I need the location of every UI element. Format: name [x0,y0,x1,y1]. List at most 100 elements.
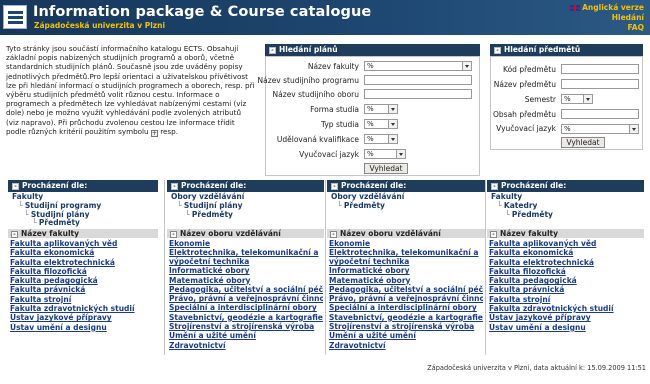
uk-flag-icon [570,5,581,11]
semester-select[interactable]: % [561,94,593,104]
browse-path-faculties: Fakulty Studijní programy Studijní plány… [8,192,158,229]
name-input[interactable] [561,79,639,89]
list-item[interactable]: Fakulta aplikovaných věd [488,239,643,248]
collapse-icon[interactable]: - [331,183,338,190]
form-select[interactable]: % [364,104,398,114]
path-step[interactable]: Studijní programy [12,201,158,210]
path-step[interactable]: Katedry [491,201,644,210]
list-item[interactable]: Umění a užité umění [328,331,483,340]
list-item[interactable]: Stavebnictví, geodézie a kartografie [168,313,323,322]
chevron-down-icon [388,105,397,113]
list-item[interactable]: Speciální a interdisciplinární obory [168,303,323,312]
list-item[interactable]: Právo, právní a veřejnosprávní činnost [328,294,483,303]
list-item[interactable]: Ústav umění a designu [488,323,643,332]
path-step[interactable]: Studijní plány [171,201,324,210]
qualification-select[interactable]: % [364,134,398,144]
list-item[interactable]: Informatické obory [168,266,323,275]
code-input[interactable] [561,64,639,74]
list-item[interactable]: Fakulta ekonomická [9,248,159,257]
chevron-down-icon [388,135,397,143]
browse-heading-1: - Procházení dle: [8,180,158,192]
path-step[interactable]: Předměty [12,218,158,227]
list-item[interactable]: Elektrotechnika, telekomunikační a výpoč… [328,248,483,266]
university-name: Západočeská univerzita v Plzni [34,21,166,30]
university-logo [3,5,27,29]
list-header-1: - Název fakulty [8,229,158,238]
collapse-icon[interactable]: - [269,47,276,54]
list-item[interactable]: Matematické obory [168,276,323,285]
faq-link[interactable]: FAQ [570,23,644,33]
search-plans-button[interactable]: Vyhledat [364,163,408,174]
search-subjects-title: - Hledání předmětů [490,44,643,56]
path-step[interactable]: Fakulty [12,192,158,201]
list-item[interactable]: Právo, právní a veřejnosprávní činnost [168,294,323,303]
list-item[interactable]: Strojírenství a strojírenská výroba [328,322,483,331]
list-item[interactable]: Fakulta ekonomická [488,248,643,257]
list-item[interactable]: Fakulta elektrotechnická [9,258,159,267]
header-links: Anglická verze Hledání FAQ [570,3,644,33]
list-item[interactable]: Fakulta elektrotechnická [488,258,643,267]
chevron-down-icon [388,120,397,128]
page-header: Information package & Course catalogue Z… [0,0,650,35]
subject-language-select[interactable]: % [561,124,639,134]
collapse-icon[interactable]: - [490,231,497,238]
path-step[interactable]: Předměty [171,210,324,219]
path-step[interactable]: Obory vzdělávání [331,192,485,201]
list-item[interactable]: Ekonomie [328,239,483,248]
branch-input[interactable] [364,89,472,99]
list-item[interactable]: Ústav jazykové přípravy [488,313,643,322]
list-item[interactable]: Pedagogika, učitelství a sociální péče [168,285,323,294]
collapse-icon[interactable]: - [171,183,178,190]
list-item[interactable]: Informatické obory [328,266,483,275]
expand-icon[interactable]: + [150,129,158,137]
list-item[interactable]: Strojírenství a strojírenská výroba [168,322,323,331]
branch-label: Název studijního oboru [272,90,359,99]
list-item[interactable]: Fakulta zdravotnických studií [488,304,643,313]
collapse-icon[interactable]: - [170,231,177,238]
collapse-icon[interactable]: - [330,231,337,238]
list-item[interactable]: Fakulta strojní [9,295,159,304]
collapse-icon[interactable]: - [11,231,18,238]
language-select[interactable]: % [364,149,406,159]
path-step[interactable]: Předměty [491,210,644,219]
list-item[interactable]: Fakulta pedagogická [488,276,643,285]
list-item[interactable]: Speciální a interdisciplinární obory [328,303,483,312]
list-header-4: - Název fakulty [487,229,644,238]
list-item[interactable]: Fakulta filozofická [488,267,643,276]
list-item[interactable]: Fakulta strojní [488,295,643,304]
list-item[interactable]: Pedagogika, učitelství a sociální péče [328,285,483,294]
name-label: Název předmětu [493,80,556,89]
list-item[interactable]: Zdravotnictví [168,341,323,350]
list-item[interactable]: Fakulta právnická [488,285,643,294]
list-item[interactable]: Ústav umění a designu [9,323,159,332]
list-item[interactable]: Fakulta zdravotnických studií [9,304,159,313]
intro-paragraph: Tyto stránky jsou součástí informačního … [6,44,255,136]
program-input[interactable] [364,75,472,85]
list-item[interactable]: Umění a užité umění [168,331,323,340]
collapse-icon[interactable]: - [12,183,19,190]
list-item[interactable]: Ústav jazykové přípravy [9,313,159,322]
qualification-label: Udělovaná kvalifikace [276,135,359,144]
list-item[interactable]: Elektrotechnika, telekomunikační a výpoč… [168,248,323,266]
search-subjects-button[interactable]: Vyhledat [561,137,605,148]
list-item[interactable]: Stavebnictví, geodézie a kartografie [328,313,483,322]
faculty-select[interactable]: % [364,61,472,71]
path-step[interactable]: Obory vzdělávání [171,192,324,201]
list-item[interactable]: Fakulta pedagogická [9,276,159,285]
list-item[interactable]: Fakulta filozofická [9,267,159,276]
search-link[interactable]: Hledání [570,13,644,23]
path-step[interactable]: Fakulty [491,192,644,201]
search-plans-form: Název fakulty % Název studijního program… [258,56,480,176]
content-input[interactable] [561,109,639,119]
list-item[interactable]: Ekonomie [168,239,323,248]
english-version-label: Anglická verze [582,3,644,12]
path-step[interactable]: Předměty [331,201,485,210]
english-version-link[interactable]: Anglická verze [570,3,644,13]
collapse-icon[interactable]: - [494,47,501,54]
list-item[interactable]: Fakulta aplikovaných věd [9,239,159,248]
list-item[interactable]: Fakulta právnická [9,285,159,294]
list-item[interactable]: Zdravotnictví [328,341,483,350]
list-item[interactable]: Matematické obory [328,276,483,285]
type-select[interactable]: % [364,119,398,129]
collapse-icon[interactable]: - [491,183,498,190]
